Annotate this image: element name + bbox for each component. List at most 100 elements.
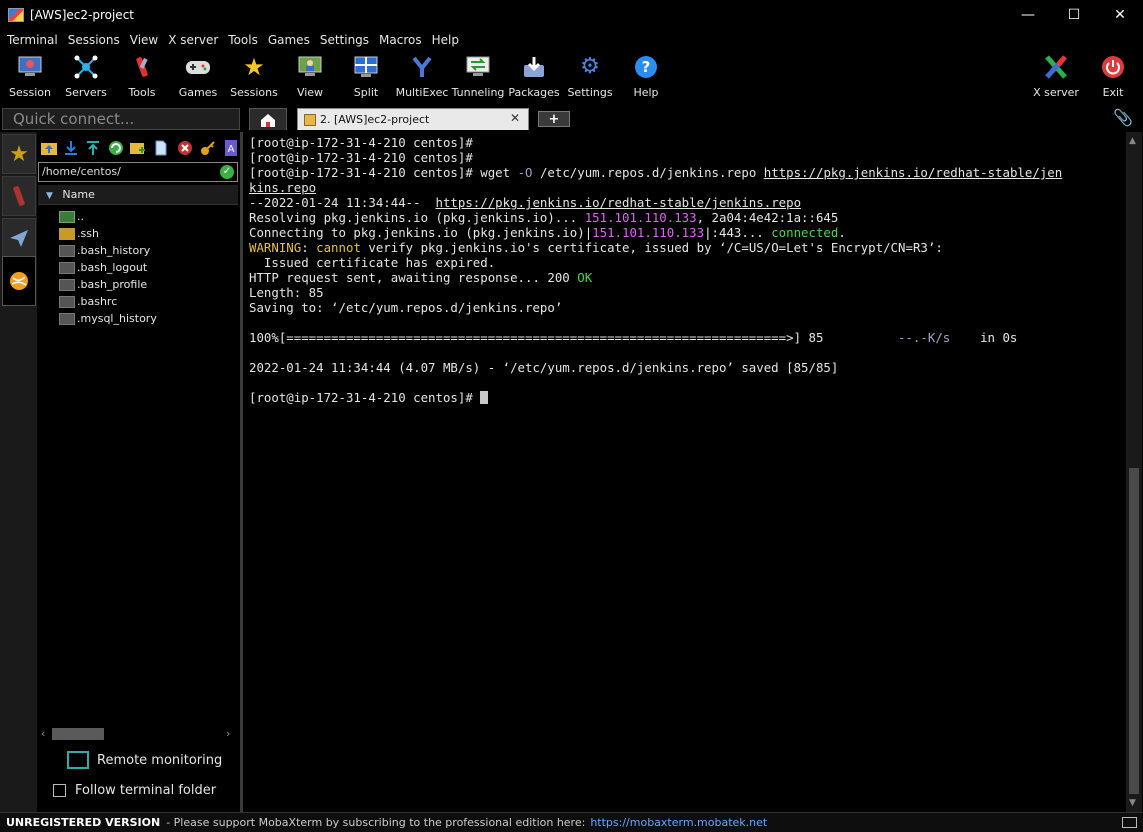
- scroll-thumb[interactable]: [52, 728, 104, 740]
- scroll-down-icon[interactable]: ▼: [1129, 798, 1136, 808]
- multiexec-button[interactable]: MultiExec: [394, 51, 450, 101]
- path-input[interactable]: /home/centos/ ✓: [38, 162, 238, 182]
- side-tab-sessions[interactable]: ★: [2, 134, 36, 174]
- file-icon: [59, 295, 75, 308]
- tools-button[interactable]: Tools: [114, 51, 170, 101]
- remote-monitoring-button[interactable]: Remote monitoring: [67, 750, 222, 770]
- path-confirm-check-icon[interactable]: ✓: [220, 165, 234, 179]
- session-button[interactable]: Session: [2, 51, 58, 101]
- settings-button[interactable]: ⚙ Settings: [562, 51, 618, 101]
- packages-button[interactable]: Packages: [506, 51, 562, 101]
- file-name: ..: [77, 210, 84, 223]
- key-icon[interactable]: [199, 139, 217, 157]
- tunneling-icon: [465, 54, 491, 80]
- terminal-line: Length: 85: [249, 285, 324, 300]
- delete-icon[interactable]: [176, 139, 194, 157]
- upload-icon[interactable]: [84, 139, 102, 157]
- star-icon: ★: [243, 53, 265, 81]
- menu-macros[interactable]: Macros: [374, 33, 427, 47]
- tunneling-label: Tunneling: [451, 86, 505, 99]
- menu-tools[interactable]: Tools: [223, 33, 263, 47]
- maximize-button[interactable]: ☐: [1051, 0, 1097, 30]
- menu-terminal[interactable]: Terminal: [2, 33, 63, 47]
- side-tab-sftp[interactable]: [2, 256, 36, 306]
- scroll-up-icon[interactable]: ▲: [1129, 136, 1136, 146]
- column-name-label: Name: [62, 188, 95, 201]
- tunneling-button[interactable]: Tunneling: [450, 51, 506, 101]
- monitoring-chart-icon: [67, 751, 89, 769]
- new-folder-icon[interactable]: [129, 139, 147, 157]
- games-label: Games: [178, 86, 218, 99]
- file-row-parent[interactable]: ..: [59, 208, 237, 225]
- menu-games[interactable]: Games: [263, 33, 315, 47]
- x-server-button[interactable]: X server: [1028, 51, 1084, 101]
- menu-help[interactable]: Help: [427, 33, 464, 47]
- follow-terminal-folder-checkbox[interactable]: Follow terminal folder: [53, 783, 216, 798]
- split-button[interactable]: Split: [338, 51, 394, 101]
- view-label: View: [296, 86, 324, 99]
- monitor-icon[interactable]: [1122, 817, 1137, 828]
- help-label: Help: [633, 86, 659, 99]
- terminal-line: Saving to: ‘/etc/yum.repos.d/jenkins.rep…: [249, 300, 563, 315]
- horizontal-scrollbar[interactable]: ‹ ›: [38, 727, 238, 741]
- file-name: .bash_history: [77, 244, 151, 257]
- terminal-output[interactable]: [root@ip-172-31-4-210 centos]# [root@ip-…: [243, 132, 1125, 812]
- folder-icon: [59, 227, 75, 240]
- scroll-left-icon[interactable]: ‹: [41, 727, 45, 740]
- menu-x-server[interactable]: X server: [163, 33, 223, 47]
- file-row-bash-logout[interactable]: .bash_logout: [59, 259, 237, 276]
- file-row-mysql-history[interactable]: .mysql_history: [59, 310, 237, 327]
- refresh-icon[interactable]: [107, 139, 125, 157]
- menu-sessions[interactable]: Sessions: [63, 33, 125, 47]
- menu-settings[interactable]: Settings: [315, 33, 374, 47]
- file-row-bashrc[interactable]: .bashrc: [59, 293, 237, 310]
- quick-connect-input[interactable]: Quick connect...: [2, 108, 240, 130]
- servers-label: Servers: [65, 86, 107, 99]
- tab-home[interactable]: [249, 108, 287, 130]
- file-row-bash-history[interactable]: .bash_history: [59, 242, 237, 259]
- file-icon: [59, 278, 75, 291]
- mobaxterm-app-icon: [8, 8, 24, 22]
- tab-aws-ec2-project[interactable]: 2. [AWS]ec2-project ✕: [297, 108, 529, 130]
- scroll-thumb[interactable]: [1129, 468, 1139, 794]
- file-icon: [59, 261, 75, 274]
- side-tab-tools[interactable]: [2, 176, 36, 216]
- paperclip-icon[interactable]: 📎: [1113, 108, 1133, 127]
- sessions-label: Sessions: [230, 86, 278, 99]
- download-icon[interactable]: [62, 139, 80, 157]
- terminal-line: kins.repo: [249, 180, 317, 195]
- file-name: .bashrc: [77, 295, 118, 308]
- sort-arrow-icon: ▼: [46, 191, 53, 201]
- support-message: - Please support MobaXterm by subscribin…: [166, 816, 586, 829]
- checkbox[interactable]: [53, 784, 66, 797]
- new-tab-button[interactable]: +: [538, 111, 570, 127]
- sessions-button[interactable]: ★ Sessions: [226, 51, 282, 101]
- gear-icon: ⚙: [580, 54, 600, 79]
- minimize-button[interactable]: —: [1005, 0, 1051, 30]
- terminal-line: 100%[===================================…: [249, 330, 1018, 345]
- column-header-name[interactable]: ▼ Name: [38, 185, 238, 205]
- parent-folder-icon[interactable]: [40, 139, 58, 157]
- rename-icon[interactable]: A: [222, 139, 240, 157]
- scroll-right-icon[interactable]: ›: [226, 727, 230, 740]
- new-file-icon[interactable]: [152, 139, 170, 157]
- side-tab-macros[interactable]: [2, 218, 36, 258]
- help-button[interactable]: ? Help: [618, 51, 674, 101]
- paper-plane-icon: [10, 230, 28, 247]
- packages-label: Packages: [508, 86, 560, 99]
- tab-close-icon[interactable]: ✕: [510, 111, 520, 125]
- terminal-line: Connecting to pkg.jenkins.io (pkg.jenkin…: [249, 225, 846, 240]
- view-button[interactable]: View: [282, 51, 338, 101]
- file-row-bash-profile[interactable]: .bash_profile: [59, 276, 237, 293]
- mobatek-link[interactable]: https://mobaxterm.mobatek.net: [590, 816, 767, 829]
- file-row-ssh[interactable]: .ssh: [59, 225, 237, 242]
- x-server-label: X server: [1033, 86, 1079, 99]
- servers-button[interactable]: Servers: [58, 51, 114, 101]
- close-button[interactable]: ✕: [1097, 0, 1143, 30]
- exit-button[interactable]: Exit: [1085, 51, 1141, 101]
- terminal-vertical-scrollbar[interactable]: ▲ ▼: [1126, 132, 1142, 812]
- menu-view[interactable]: View: [125, 33, 163, 47]
- x-server-icon: [1043, 54, 1069, 80]
- terminal-line: WARNING: cannot verify pkg.jenkins.io's …: [249, 240, 943, 255]
- games-button[interactable]: Games: [170, 51, 226, 101]
